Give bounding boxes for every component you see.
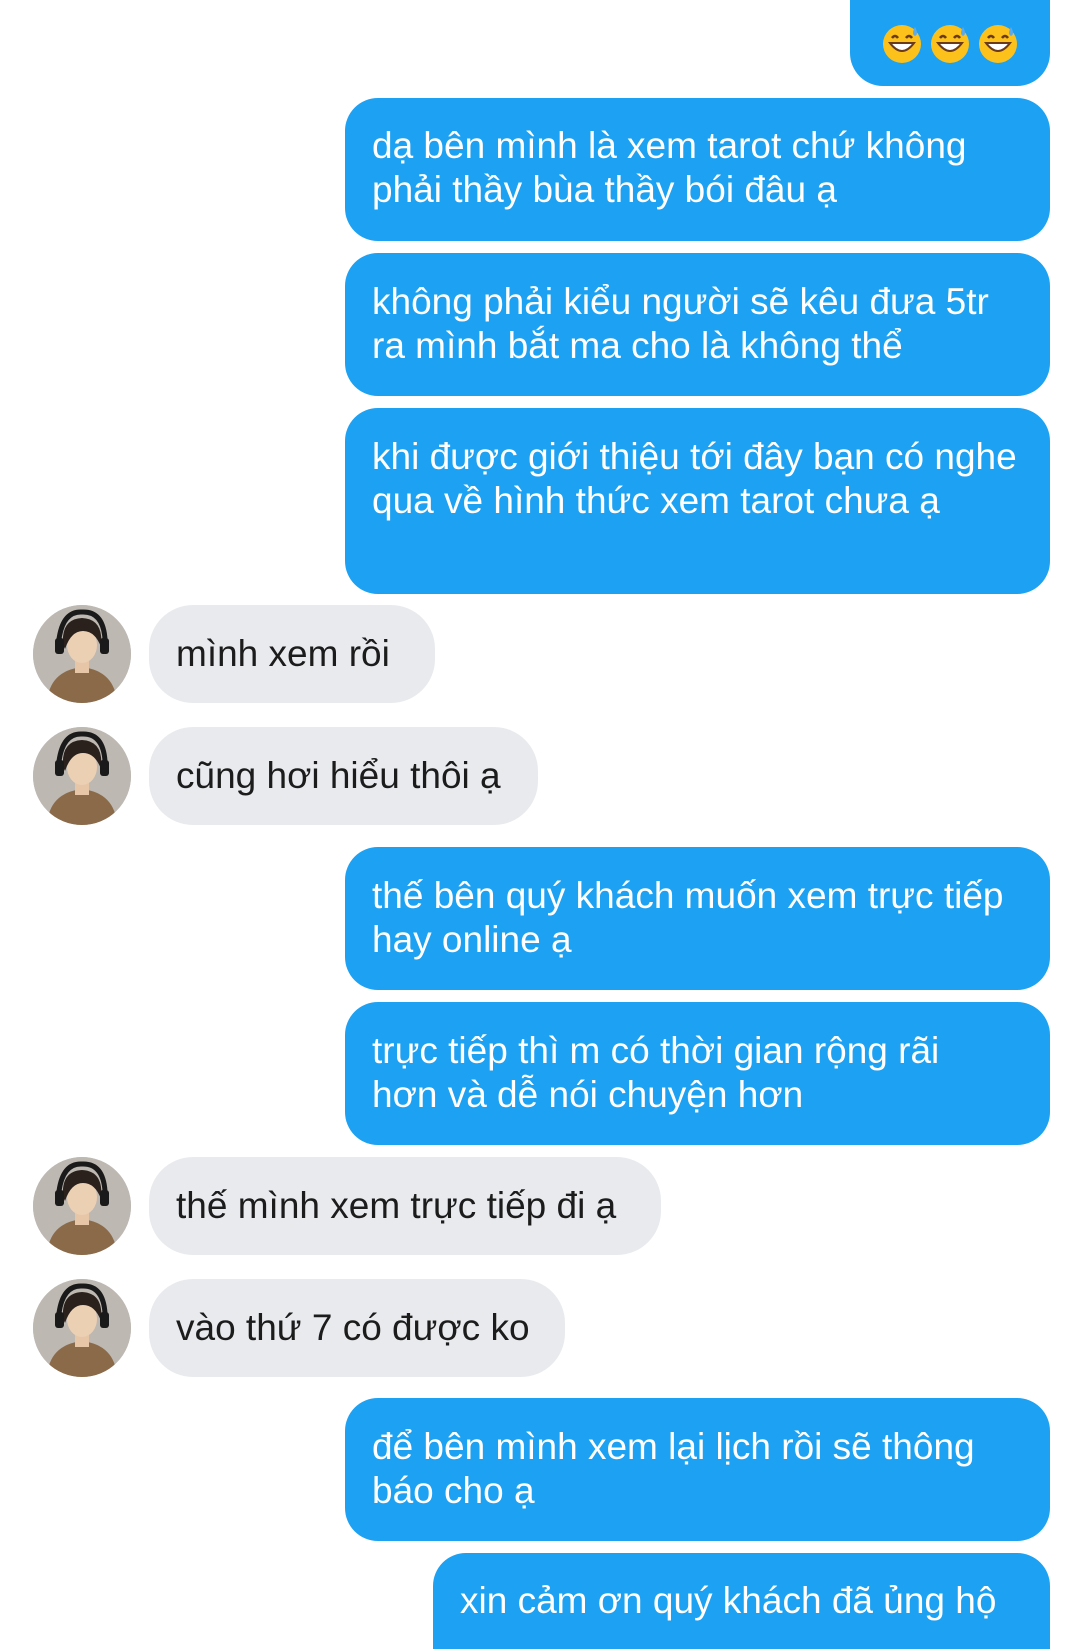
message-text: trực tiếp thì m có thời gian rộng rãi hơ… — [372, 1030, 940, 1115]
avatar[interactable] — [33, 727, 131, 825]
avatar-image — [33, 1279, 131, 1377]
grinning-face-with-sweat-icon — [883, 25, 921, 63]
message-text: khi được giới thiệu tới đây bạn có nghe … — [372, 436, 1017, 521]
grinning-face-with-sweat-icon — [931, 25, 969, 63]
avatar-image — [33, 727, 131, 825]
message-bubble-outgoing[interactable]: xin cảm ơn quý khách đã ủng hộ — [433, 1553, 1050, 1649]
message-text: vào thứ 7 có được ko — [176, 1307, 530, 1348]
message-text: cũng hơi hiểu thôi ạ — [176, 755, 501, 796]
message-text: thế bên quý khách muốn xem trực tiếp hay… — [372, 875, 1004, 960]
message-bubble-incoming[interactable]: mình xem rồi — [149, 605, 435, 703]
avatar-image — [33, 1157, 131, 1255]
message-bubble-incoming[interactable]: thế mình xem trực tiếp đi ạ — [149, 1157, 661, 1255]
grinning-face-with-sweat-icon — [979, 25, 1017, 63]
message-text: để bên mình xem lại lịch rồi sẽ thông bá… — [372, 1426, 975, 1511]
message-thread: dạ bên mình là xem tarot chứ không phải … — [0, 0, 1080, 1649]
message-text: xin cảm ơn quý khách đã ủng hộ — [460, 1580, 997, 1621]
message-bubble-outgoing[interactable]: trực tiếp thì m có thời gian rộng rãi hơ… — [345, 1002, 1050, 1145]
message-bubble-outgoing[interactable] — [850, 0, 1050, 86]
message-bubble-outgoing[interactable]: không phải kiểu người sẽ kêu đưa 5tr ra … — [345, 253, 1050, 396]
message-text: dạ bên mình là xem tarot chứ không phải … — [372, 125, 967, 210]
message-text: mình xem rồi — [176, 633, 390, 674]
message-bubble-outgoing[interactable]: thế bên quý khách muốn xem trực tiếp hay… — [345, 847, 1050, 990]
message-bubble-outgoing[interactable]: dạ bên mình là xem tarot chứ không phải … — [345, 98, 1050, 241]
message-text: không phải kiểu người sẽ kêu đưa 5tr ra … — [372, 281, 989, 366]
avatar[interactable] — [33, 1157, 131, 1255]
message-bubble-outgoing[interactable]: khi được giới thiệu tới đây bạn có nghe … — [345, 408, 1050, 594]
message-text: thế mình xem trực tiếp đi ạ — [176, 1185, 617, 1226]
message-bubble-outgoing[interactable]: để bên mình xem lại lịch rồi sẽ thông bá… — [345, 1398, 1050, 1541]
avatar[interactable] — [33, 1279, 131, 1377]
message-bubble-incoming[interactable]: cũng hơi hiểu thôi ạ — [149, 727, 538, 825]
avatar-image — [33, 605, 131, 703]
message-bubble-incoming[interactable]: vào thứ 7 có được ko — [149, 1279, 565, 1377]
avatar[interactable] — [33, 605, 131, 703]
